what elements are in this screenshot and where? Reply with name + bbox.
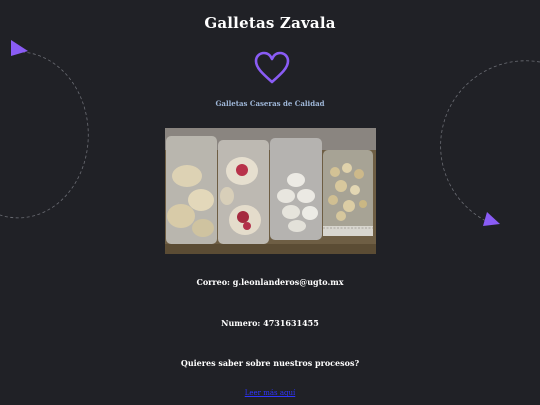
contact-email: Correo: g.leonlanderos@ugto.mx (196, 277, 344, 287)
cookie-bag-1 (166, 136, 217, 244)
tagline: Galletas Caseras de Calidad (215, 99, 325, 108)
cookie-bag-3 (270, 138, 322, 240)
left-dashed-arc (0, 51, 89, 219)
site-title: Galletas Zavala (204, 14, 336, 32)
read-more-link[interactable]: Leer más aquí (0, 389, 540, 397)
right-triangle-arrow-icon (483, 212, 500, 226)
heart-icon (254, 51, 290, 84)
cookie-bag-2 (218, 140, 269, 244)
cookies-photo (165, 128, 376, 254)
contact-phone: Numero: 4731631455 (221, 318, 319, 328)
right-dashed-arc (440, 60, 540, 223)
page: Galletas Zavala Galletas Caseras de Cali… (0, 0, 540, 405)
cookie-bag-4 (323, 150, 373, 236)
process-question: Quieres saber sobre nuestros procesos? (180, 358, 360, 368)
left-triangle-arrow-icon (11, 40, 28, 56)
